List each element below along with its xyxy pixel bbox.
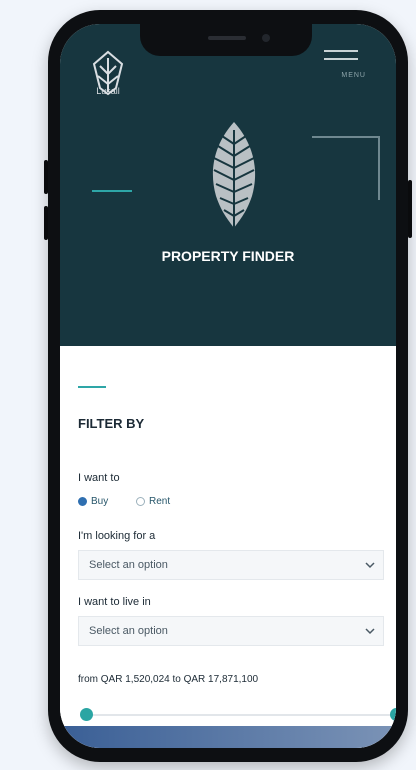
live-in-select[interactable]: Select an option (78, 616, 384, 646)
looking-for-select[interactable]: Select an option (78, 550, 384, 580)
live-in-label: I want to live in (78, 596, 151, 608)
want-to-label: I want to (78, 472, 120, 484)
decorative-corner-top (312, 136, 380, 138)
phone-screen: Lusail MENU PROPERTY FINDER FILTER BY I … (60, 24, 396, 748)
looking-for-value: Select an option (89, 559, 168, 571)
price-slider-min-handle[interactable] (80, 708, 93, 721)
chevron-down-icon (365, 628, 375, 635)
logo-text: Lusail (96, 86, 120, 96)
volume-down-button (44, 206, 48, 240)
chevron-down-icon (365, 562, 375, 569)
phone-frame: Lusail MENU PROPERTY FINDER FILTER BY I … (44, 10, 412, 762)
price-range-label: from QAR 1,520,024 to QAR 17,871,100 (78, 674, 259, 685)
radio-dot (136, 497, 145, 506)
speaker (208, 36, 246, 40)
radio-buy[interactable]: Buy (78, 496, 108, 507)
lusail-logo-icon[interactable] (86, 40, 130, 106)
camera (262, 34, 270, 42)
power-button (408, 180, 412, 238)
radio-dot-selected (78, 497, 87, 506)
hamburger-menu-icon[interactable] (324, 50, 358, 70)
filter-panel: FILTER BY I want to Buy Rent I'm looking… (60, 346, 396, 748)
bottom-image-strip (60, 726, 396, 748)
hero-banner: Lusail MENU PROPERTY FINDER (60, 24, 396, 346)
page-title: PROPERTY FINDER (161, 248, 295, 264)
decorative-corner-side (378, 136, 380, 200)
radio-rent[interactable]: Rent (136, 496, 170, 507)
live-in-value: Select an option (89, 625, 168, 637)
filter-title: FILTER BY (78, 416, 145, 431)
price-slider-track[interactable] (86, 714, 396, 716)
volume-up-button (44, 160, 48, 194)
radio-buy-label: Buy (91, 496, 109, 507)
section-accent (78, 386, 106, 388)
price-slider-max-handle[interactable] (390, 708, 396, 721)
decorative-line (92, 190, 132, 192)
notch (140, 24, 312, 56)
radio-rent-label: Rent (149, 496, 171, 507)
palm-leaf-icon (212, 122, 256, 228)
looking-for-label: I'm looking for a (78, 530, 156, 542)
menu-label[interactable]: MENU (341, 72, 366, 79)
